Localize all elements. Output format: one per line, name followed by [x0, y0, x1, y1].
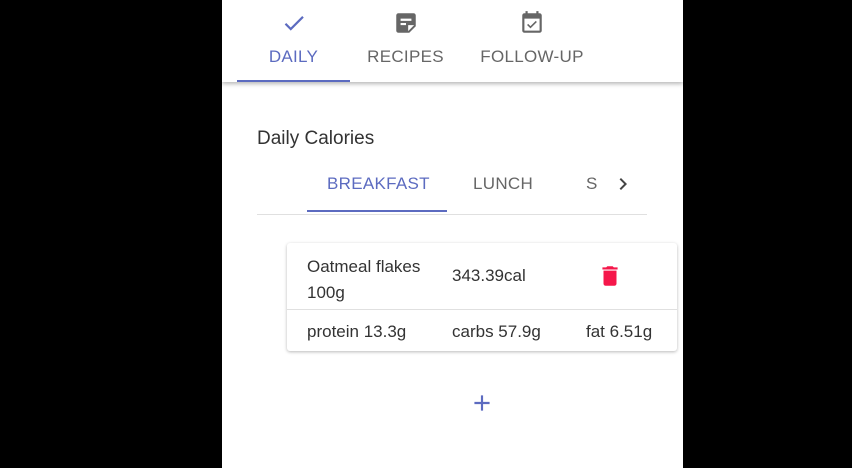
tab-breakfast[interactable]: BREAKFAST	[327, 174, 430, 194]
top-navigation-tabs: DAILY RECIPES FOLLOW-UP	[222, 0, 683, 82]
tab-partially-visible[interactable]: S	[586, 174, 598, 194]
tab-lunch[interactable]: LUNCH	[473, 174, 533, 194]
section-title: Daily Calories	[257, 128, 375, 149]
delete-button[interactable]	[597, 263, 623, 289]
app-window: DAILY RECIPES FOLLOW-UP Daily Calories B…	[222, 0, 683, 468]
note-icon	[395, 13, 416, 33]
check-icon	[284, 16, 304, 31]
food-calories: 343.39cal	[452, 266, 526, 285]
calendar-check-icon	[522, 11, 542, 33]
add-food-button[interactable]	[469, 390, 495, 416]
food-name: Oatmeal flakes 100g	[307, 257, 421, 302]
tab-recipes[interactable]: RECIPES	[350, 0, 461, 82]
tab-follow-up[interactable]: FOLLOW-UP	[468, 0, 596, 82]
chevron-right-icon[interactable]	[611, 172, 635, 196]
food-protein: protein 13.3g	[307, 322, 407, 341]
tab-daily[interactable]: DAILY	[237, 0, 350, 82]
food-item-card: Oatmeal flakes 100g 343.39cal protein 13…	[287, 243, 677, 351]
active-tab-indicator	[237, 80, 350, 82]
food-carbs: carbs 57.9g	[452, 322, 541, 341]
food-fat: fat 6.51g	[586, 322, 653, 341]
tab-recipes-label: RECIPES	[367, 47, 444, 66]
tab-daily-label: DAILY	[268, 47, 319, 66]
tab-follow-up-label: FOLLOW-UP	[480, 47, 584, 66]
meal-tabs: BREAKFAST LUNCH S	[257, 160, 647, 215]
meal-tab-indicator	[307, 210, 447, 212]
food-item-header-row: Oatmeal flakes 100g 343.39cal	[287, 243, 677, 310]
